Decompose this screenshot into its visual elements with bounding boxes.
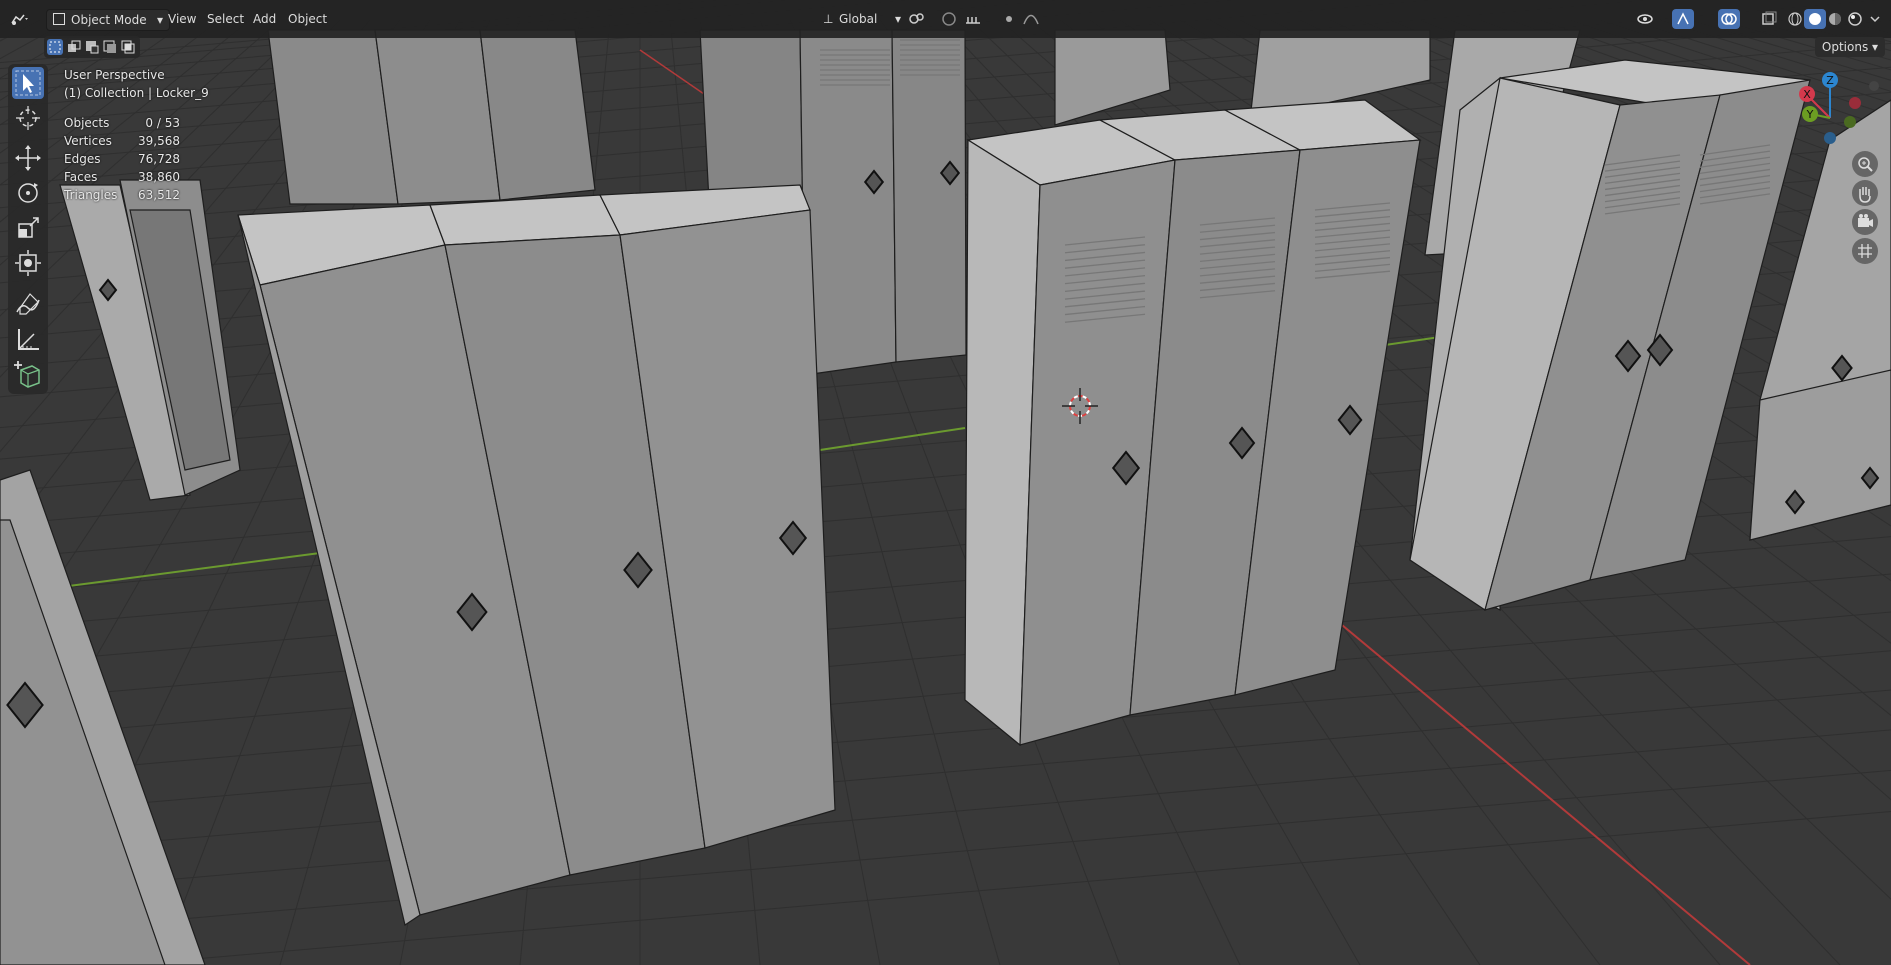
locker-bank-right[interactable] bbox=[1409, 59, 1811, 612]
select-extend-icon[interactable] bbox=[66, 39, 82, 55]
gizmo-neg-z-axis[interactable] bbox=[1824, 132, 1836, 144]
stat-value: 39,568 bbox=[138, 134, 180, 148]
stat-faces: Faces 38,860 bbox=[64, 168, 209, 186]
gizmo-extra-axis[interactable] bbox=[1869, 81, 1879, 91]
stat-vertices: Vertices 39,568 bbox=[64, 132, 209, 150]
select-box-icon[interactable] bbox=[12, 67, 44, 99]
cursor-icon[interactable] bbox=[12, 102, 44, 134]
gizmo-x-label: X bbox=[1803, 88, 1811, 101]
object-mode-icon bbox=[53, 13, 65, 25]
orientation-dropdown[interactable]: ⊥ Global ▾ bbox=[823, 9, 901, 29]
viewport-scene[interactable] bbox=[0, 0, 1891, 965]
material-shading-icon[interactable] bbox=[1824, 9, 1846, 29]
chevron-down-icon: ▾ bbox=[156, 13, 163, 27]
stat-label: Vertices bbox=[64, 134, 112, 148]
options-label: Options bbox=[1821, 40, 1869, 54]
rendered-shading-icon[interactable] bbox=[1844, 9, 1866, 29]
rotate-icon[interactable] bbox=[12, 177, 44, 209]
mode-dropdown[interactable]: Object Mode ▾ bbox=[46, 9, 170, 31]
navigation-gizmo[interactable]: Z X Y bbox=[1790, 70, 1890, 150]
locker-objects[interactable] bbox=[0, 29, 1891, 965]
grid-icon[interactable] bbox=[1852, 238, 1878, 264]
stat-objects: Objects 0 / 53 bbox=[64, 114, 209, 132]
viewport-info-overlay: User Perspective (1) Collection | Locker… bbox=[64, 66, 209, 204]
stat-value: 0 / 53 bbox=[145, 116, 180, 130]
scale-icon[interactable] bbox=[12, 212, 44, 244]
gizmo-neg-y-axis[interactable] bbox=[1844, 116, 1856, 128]
zoom-icon[interactable] bbox=[1852, 151, 1878, 177]
viewport-header: Object Mode ▾ View Select Add Object ⊥ Glo… bbox=[0, 0, 1891, 38]
gizmo-toggle-icon[interactable] bbox=[1672, 9, 1694, 29]
menu-add[interactable]: Add bbox=[253, 9, 276, 29]
gizmo-y-label: Y bbox=[1806, 108, 1814, 121]
stat-value: 38,860 bbox=[138, 170, 180, 184]
solid-shading-icon[interactable] bbox=[1804, 9, 1826, 29]
stat-label: Triangles bbox=[64, 188, 118, 202]
select-invert-icon[interactable] bbox=[102, 39, 118, 55]
pivot-point-icon[interactable] bbox=[906, 9, 928, 29]
menu-select[interactable]: Select bbox=[207, 9, 244, 29]
locker-bank-front-left[interactable] bbox=[237, 184, 836, 926]
snap-increment-icon[interactable] bbox=[962, 9, 984, 29]
chevron-down-icon: ▾ bbox=[1872, 40, 1879, 54]
stat-value: 76,728 bbox=[138, 152, 180, 166]
select-intersect-icon[interactable] bbox=[120, 39, 136, 55]
transform-icon[interactable] bbox=[12, 247, 44, 279]
move-icon[interactable] bbox=[12, 142, 44, 174]
orientation-label: Global bbox=[839, 12, 878, 26]
snap-icon[interactable] bbox=[938, 9, 960, 29]
3d-viewport-icon[interactable] bbox=[8, 9, 30, 29]
visibility-icon[interactable] bbox=[1634, 9, 1656, 29]
locker-bank-middle[interactable] bbox=[964, 99, 1422, 747]
stat-label: Objects bbox=[64, 116, 110, 130]
stat-triangles: Triangles 63,512 bbox=[64, 186, 209, 204]
stat-edges: Edges 76,728 bbox=[64, 150, 209, 168]
measure-icon[interactable] bbox=[12, 323, 44, 355]
3d-viewport[interactable] bbox=[0, 0, 1891, 965]
perspective-label: User Perspective bbox=[64, 68, 165, 82]
pan-hand-icon[interactable] bbox=[1852, 180, 1878, 206]
locker-background[interactable] bbox=[267, 29, 596, 205]
mode-label: Object Mode bbox=[71, 13, 147, 27]
select-subtract-icon[interactable] bbox=[84, 39, 100, 55]
menu-view[interactable]: View bbox=[168, 9, 196, 29]
falloff-icon[interactable] bbox=[1020, 9, 1042, 29]
locker-wall-left[interactable] bbox=[0, 469, 206, 965]
proportional-edit-icon[interactable] bbox=[998, 9, 1020, 29]
active-collection-label: (1) Collection | Locker_9 bbox=[64, 86, 209, 100]
wireframe-shading-icon[interactable] bbox=[1784, 9, 1806, 29]
select-new-icon[interactable] bbox=[47, 39, 63, 55]
chevron-down-icon: ▾ bbox=[894, 12, 901, 26]
camera-icon[interactable] bbox=[1852, 209, 1878, 235]
gizmo-z-label: Z bbox=[1826, 74, 1834, 87]
selection-mode-group bbox=[44, 36, 140, 58]
add-cube-icon[interactable] bbox=[12, 358, 44, 390]
gizmo-neg-x-axis[interactable] bbox=[1849, 97, 1861, 109]
overlay-toggle-icon[interactable] bbox=[1718, 9, 1740, 29]
shading-dropdown-icon[interactable] bbox=[1866, 9, 1884, 29]
tool-shelf bbox=[8, 64, 48, 394]
xray-toggle-icon[interactable] bbox=[1758, 9, 1780, 29]
options-dropdown[interactable]: Options ▾ bbox=[1815, 37, 1885, 57]
x-axis-line bbox=[1329, 614, 1751, 965]
stat-label: Faces bbox=[64, 170, 98, 184]
stat-label: Edges bbox=[64, 152, 101, 166]
stat-value: 63,512 bbox=[138, 188, 180, 202]
annotate-icon[interactable] bbox=[12, 288, 44, 320]
menu-object[interactable]: Object bbox=[288, 9, 327, 29]
orientation-icon: ⊥ bbox=[823, 12, 834, 26]
